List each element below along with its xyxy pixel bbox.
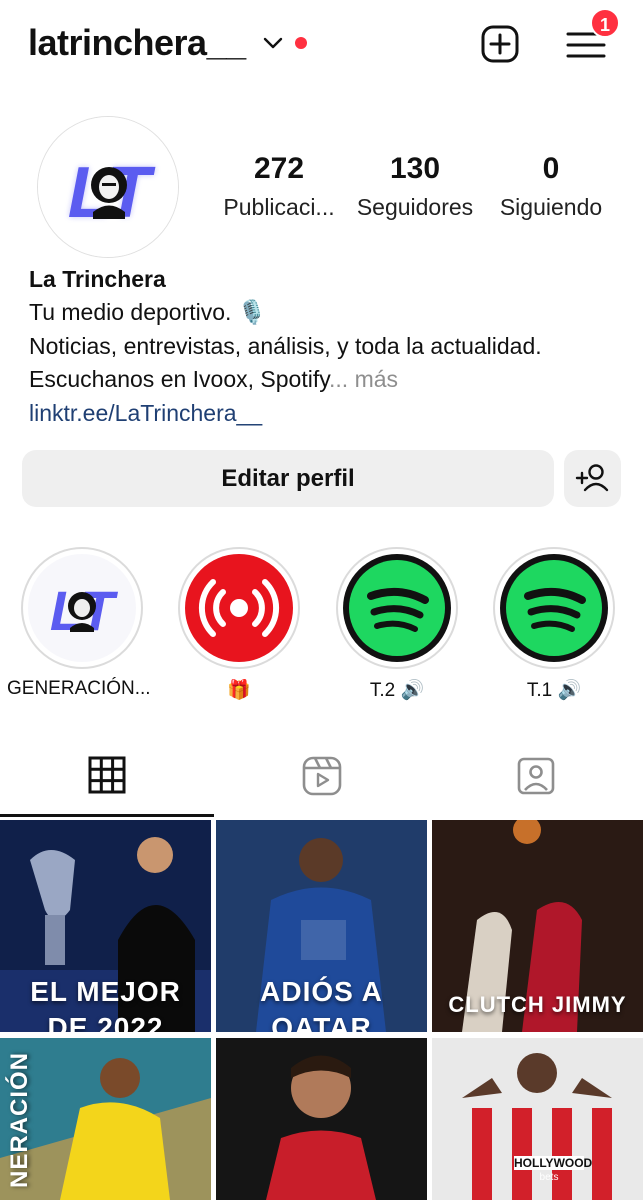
highlight-ring (178, 547, 300, 669)
tab-grid[interactable] (0, 742, 214, 817)
highlight-cover (343, 554, 451, 662)
spotify-icon (506, 560, 602, 656)
posts-grid: EL MEJOR DE 2022 ADIÓS A QATAR CLUTCH JI… (0, 820, 643, 1200)
highlight-cover: LT (28, 554, 136, 662)
bio-line: Escuchanos en Ivoox, Spotify... más (29, 366, 398, 393)
highlight-gift[interactable]: 🎁 (178, 547, 300, 702)
following-count[interactable]: 0 Siguiendo (492, 152, 610, 221)
post-image (216, 1038, 427, 1200)
highlight-cover (185, 554, 293, 662)
broadcast-icon (198, 579, 280, 637)
post-title: DE 2022 (47, 1012, 164, 1032)
profile-name: La Trinchera (29, 266, 166, 292)
highlight-generacion[interactable]: LT GENERACIÓN... (7, 547, 151, 700)
highlight-t1[interactable]: T.1 🔊 (493, 547, 615, 702)
chevron-down-icon[interactable] (262, 34, 284, 52)
account-username[interactable]: latrinchera__ (28, 22, 246, 64)
post-title: NERACIÓN (6, 1051, 33, 1188)
bio-line: Tu medio deportivo. 🎙️ (29, 299, 267, 325)
bio-line: Noticias, entrevistas, análisis, y toda … (29, 333, 542, 359)
post-thumbnail[interactable]: NERACIÓN (0, 1038, 211, 1200)
highlight-t2[interactable]: T.2 🔊 (336, 547, 458, 702)
lt-logo: LT (28, 554, 136, 662)
sponsor-logo-text: HOLLYWOOD (514, 1156, 593, 1170)
post-thumbnail[interactable] (216, 1038, 427, 1200)
profile-avatar[interactable]: LT LT (37, 116, 179, 258)
post-thumbnail[interactable]: ADIÓS A QATAR (216, 820, 427, 1032)
bio-external-link[interactable]: linktr.ee/LaTrinchera__ (29, 400, 262, 427)
highlight-label: 🎁 (227, 680, 251, 701)
tab-tagged[interactable] (428, 742, 642, 817)
grid-icon (88, 756, 126, 794)
unread-dot (295, 37, 307, 49)
followers-count[interactable]: 130 Seguidores (350, 152, 480, 221)
top-bar: latrinchera__ 1 (0, 0, 643, 90)
reels-icon (302, 756, 342, 796)
spotify-icon (349, 560, 445, 656)
plus-square-icon[interactable] (480, 24, 520, 64)
post-title: ADIÓS A (260, 976, 383, 1007)
active-tab-indicator (0, 814, 214, 817)
post-thumbnail[interactable]: HOLLYWOOD bets (432, 1038, 643, 1200)
highlight-label: GENERACIÓN... (7, 678, 151, 699)
lt-logo: LT LT (38, 117, 178, 257)
bio-more-link[interactable]: ... más (329, 366, 398, 392)
highlight-ring: LT (21, 547, 143, 669)
discover-people-button[interactable] (564, 450, 621, 507)
edit-profile-button[interactable]: Editar perfil (22, 450, 554, 507)
bio-text: Escuchanos en Ivoox, Spotify (29, 366, 330, 392)
highlight-ring (493, 547, 615, 669)
tab-reels[interactable] (214, 742, 428, 817)
highlight-cover (500, 554, 608, 662)
sponsor-logo-sub: bets (539, 1172, 559, 1183)
posts-count[interactable]: 272 Publicaci... (218, 152, 340, 221)
notification-badge: 1 (590, 8, 620, 38)
profile-tabs (0, 742, 643, 817)
post-thumbnail[interactable]: CLUTCH JIMMY (432, 820, 643, 1032)
add-person-icon (575, 464, 609, 492)
post-title: EL MEJOR (30, 976, 181, 1007)
highlight-ring (336, 547, 458, 669)
post-title: QATAR (271, 1012, 372, 1032)
tagged-icon (517, 757, 555, 795)
highlight-label: T.1 🔊 (526, 680, 582, 701)
post-title: CLUTCH JIMMY (448, 992, 627, 1017)
post-thumbnail[interactable]: EL MEJOR DE 2022 (0, 820, 211, 1032)
highlight-label: T.2 🔊 (369, 680, 425, 701)
